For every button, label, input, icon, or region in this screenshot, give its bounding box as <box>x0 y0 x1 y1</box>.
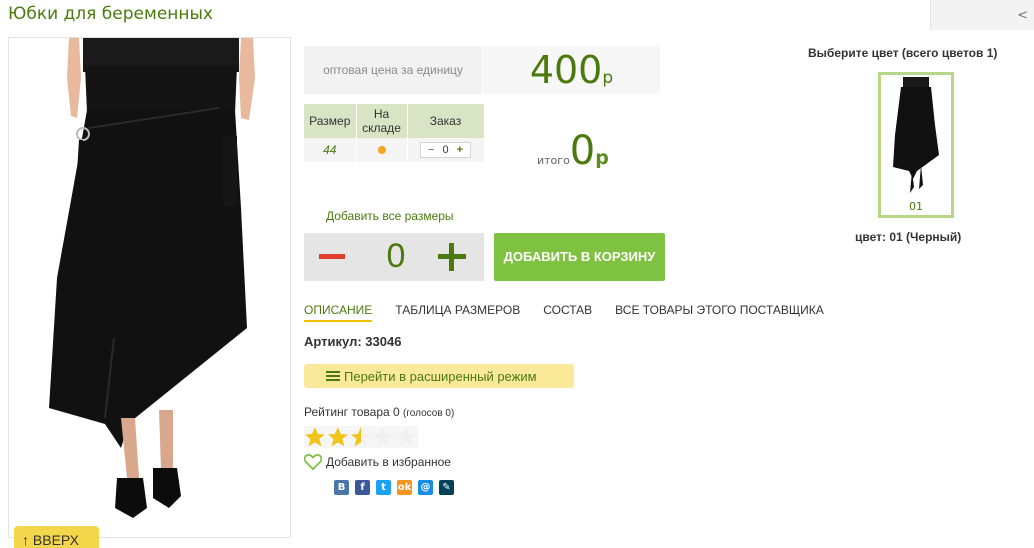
star-icon[interactable] <box>372 426 394 448</box>
price-block: оптовая цена за единицу 400р <box>304 46 660 94</box>
product-tabs: ОПИСАНИЕ ТАБЛИЦА РАЗМЕРОВ СОСТАВ ВСЕ ТОВ… <box>304 303 847 322</box>
price-caption: оптовая цена за единицу <box>323 63 463 77</box>
heart-icon <box>304 454 322 470</box>
vk-icon[interactable]: В <box>334 480 349 495</box>
add-to-cart-button[interactable]: ДОБАВИТЬ В КОРЗИНУ <box>494 233 665 281</box>
article-number: Артикул: 33046 <box>304 334 402 349</box>
price-value: 400 <box>529 48 603 92</box>
star-icon[interactable] <box>304 426 326 448</box>
livejournal-icon[interactable]: ✎ <box>439 480 454 495</box>
tab-description[interactable]: ОПИСАНИЕ <box>304 303 373 322</box>
quantity-value[interactable]: 0 <box>376 233 416 279</box>
color-code: 01 <box>909 200 923 213</box>
stock-header: На складе <box>356 104 408 138</box>
add-all-sizes-link[interactable]: Добавить все размеры <box>326 209 454 223</box>
list-icon <box>326 370 340 382</box>
odnoklassniki-icon[interactable]: ok <box>397 480 412 495</box>
rating-label: Рейтинг товара 0 <box>304 405 400 419</box>
tab-size-table[interactable]: ТАБЛИЦА РАЗМЕРОВ <box>395 303 520 322</box>
mail-icon[interactable]: @ <box>418 480 433 495</box>
selected-color-label: цвет: 01 (Черный) <box>855 230 962 244</box>
star-icon[interactable] <box>395 426 417 448</box>
rating-votes: (голосов 0) <box>403 408 455 419</box>
size-row: 44 − 0 + <box>304 138 485 162</box>
product-page: Юбки для беременных < оптовая цена за ед… <box>0 0 1034 548</box>
back-tab[interactable]: < <box>930 0 1034 30</box>
add-favorite-label: Добавить в избранное <box>326 455 451 469</box>
size-qty-stepper[interactable]: − 0 + <box>420 142 471 158</box>
total-unit: р <box>595 147 609 169</box>
twitter-icon[interactable]: t <box>376 480 391 495</box>
order-cell: − 0 + <box>407 138 485 162</box>
size-header: Размер <box>304 104 357 138</box>
size-qty-value[interactable]: 0 <box>438 144 452 156</box>
tab-supplier-products[interactable]: ВСЕ ТОВАРЫ ЭТОГО ПОСТАВЩИКА <box>615 303 824 322</box>
star-icon[interactable] <box>350 426 372 448</box>
color-heading: Выберите цвет (всего цветов 1) <box>808 46 998 60</box>
in-stock-dot-icon <box>377 146 386 154</box>
rating-stars[interactable] <box>304 426 418 448</box>
advanced-mode-button[interactable]: Перейти в расширенный режим <box>304 364 574 388</box>
total-label: итого <box>537 154 570 167</box>
size-qty-minus-button[interactable]: − <box>424 144 438 156</box>
star-icon[interactable] <box>327 426 349 448</box>
in-stock-cell <box>356 138 408 162</box>
size-value: 44 <box>304 138 357 162</box>
size-qty-plus-button[interactable]: + <box>453 144 467 156</box>
quantity-stepper: 0 <box>304 233 484 281</box>
social-share: Вf t ok @ ✎ <box>334 480 460 495</box>
color-thumb-image <box>893 77 939 193</box>
price-unit: р <box>602 68 614 88</box>
skirt-image <box>49 38 255 518</box>
scroll-up-button[interactable]: ↑ ВВЕРХ <box>14 526 99 548</box>
price-value-box: 400р <box>482 46 660 94</box>
quantity-plus-button[interactable] <box>438 243 466 271</box>
quantity-minus-button[interactable] <box>319 254 345 259</box>
page-title: Юбки для беременных <box>8 4 213 24</box>
tab-composition[interactable]: СОСТАВ <box>543 303 592 322</box>
order-header: Заказ <box>407 104 485 138</box>
facebook-icon[interactable]: f <box>355 480 370 495</box>
product-photo[interactable] <box>8 37 291 538</box>
total-value: 0 <box>569 128 596 174</box>
advanced-mode-label: Перейти в расширенный режим <box>344 368 537 384</box>
rating-text: Рейтинг товара 0 (голосов 0) <box>304 405 454 419</box>
add-favorite-link[interactable]: Добавить в избранное <box>304 454 451 470</box>
total-block: итого0р <box>537 128 609 174</box>
color-swatch-01[interactable]: 01 <box>878 72 954 218</box>
sizes-table: Размер На складе Заказ 44 − 0 + <box>304 104 485 162</box>
